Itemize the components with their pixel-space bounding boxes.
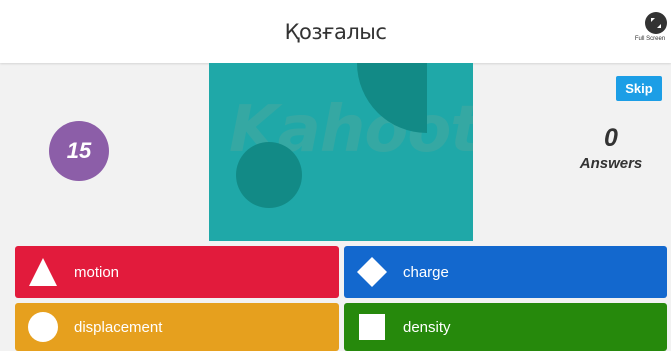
answer-label: density (403, 318, 451, 336)
answer-label: motion (74, 263, 120, 281)
diamond-icon (357, 257, 387, 287)
fullscreen-label: Full Screen (634, 36, 666, 42)
countdown-timer: 15 (49, 121, 109, 181)
question-image: Kahoot! (209, 63, 473, 241)
answer-option-red[interactable]: motion (15, 246, 339, 298)
fullscreen-button[interactable]: Full Screen (635, 12, 671, 52)
circle-icon (28, 312, 58, 342)
question-title: Қозғалыс (284, 20, 387, 44)
top-bar: Қозғалыс Full Screen (0, 0, 671, 63)
answer-option-yellow[interactable]: displacement (15, 303, 339, 351)
fullscreen-icon (645, 12, 667, 34)
answer-label: charge (403, 263, 449, 281)
answers-count: 0 (604, 124, 618, 152)
answers-counter: 0 Answers (568, 123, 654, 172)
square-icon (359, 314, 385, 340)
answer-option-green[interactable]: density (344, 303, 667, 351)
skip-button[interactable]: Skip (616, 76, 662, 101)
answer-label: displacement (74, 318, 163, 336)
triangle-icon (29, 258, 57, 286)
answer-option-blue[interactable]: charge (344, 246, 667, 298)
decorative-shapes (236, 63, 427, 208)
answers-label: Answers (579, 155, 643, 172)
